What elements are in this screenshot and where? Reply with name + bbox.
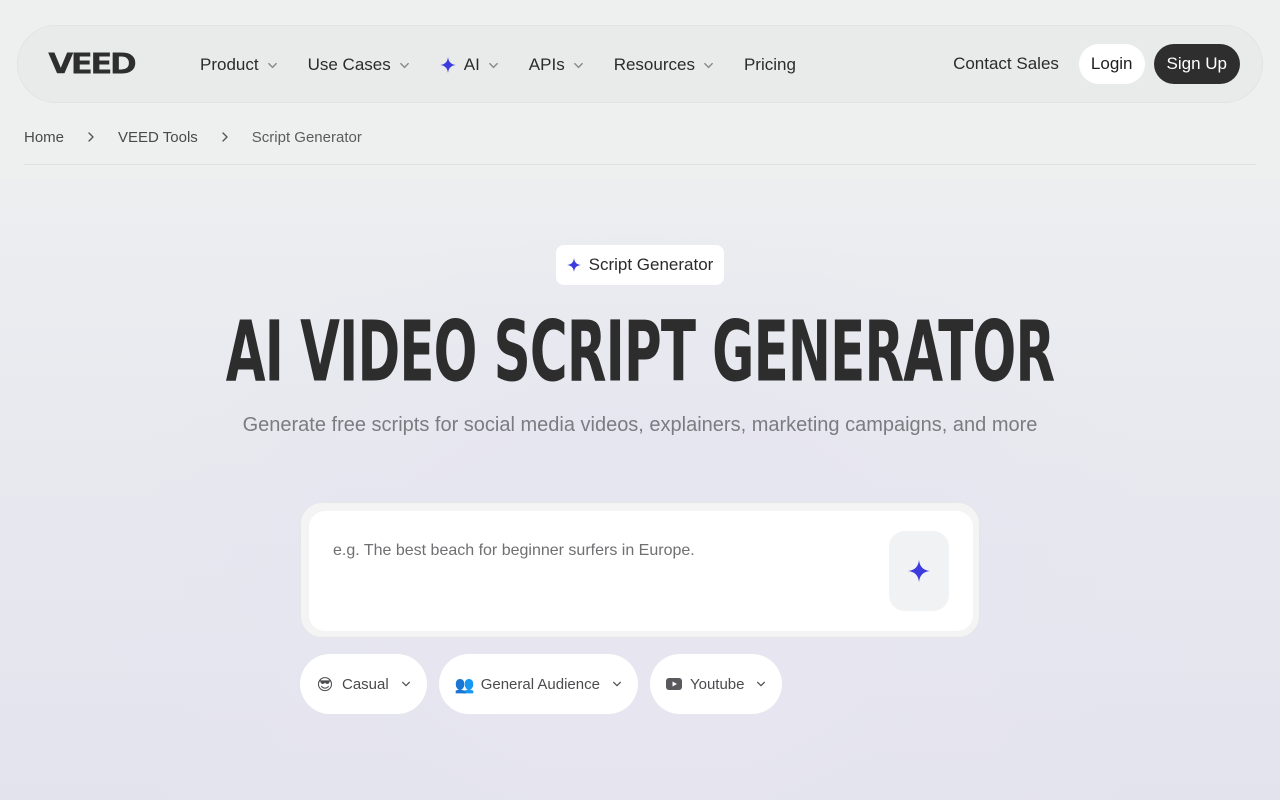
script-topic-input[interactable] <box>333 539 873 563</box>
chevron-down-icon <box>399 62 409 68</box>
sparkle-icon <box>439 57 456 73</box>
nav-item-label: Product <box>200 55 259 74</box>
sunglasses-emoji-icon: 😎 <box>316 674 334 694</box>
chevron-right-icon <box>88 132 94 142</box>
nav-item-label: Pricing <box>743 55 796 74</box>
contact-sales-link[interactable]: Contact Sales <box>953 54 1059 74</box>
top-navbar: VEED Product Use Cases AI APIs Resources… <box>17 25 1263 103</box>
nav-item-product[interactable]: Product <box>200 55 278 75</box>
nav-menu: Product Use Cases AI APIs Resources Pric… <box>200 26 826 104</box>
chevron-down-icon <box>267 62 277 68</box>
tone-label: Casual <box>342 675 389 693</box>
badge-label: Script Generator <box>588 255 714 274</box>
nav-item-label: APIs <box>528 55 565 74</box>
audience-label: General Audience <box>480 675 600 693</box>
nav-item-apis[interactable]: APIs <box>529 55 584 75</box>
audience-dropdown[interactable]: 👥 General Audience <box>438 654 638 714</box>
chevron-right-icon <box>222 132 228 142</box>
prompt-box <box>309 511 973 631</box>
nav-item-use-cases[interactable]: Use Cases <box>308 55 410 75</box>
generate-script-button[interactable] <box>889 531 949 611</box>
sparkle-icon <box>566 258 581 272</box>
login-button[interactable]: Login <box>1078 44 1145 84</box>
breadcrumb: Home VEED Tools Script Generator <box>24 128 362 146</box>
breadcrumb-divider <box>24 164 1256 165</box>
nav-item-label: AI <box>463 55 480 74</box>
breadcrumb-veed-tools[interactable]: VEED Tools <box>118 129 198 146</box>
script-generator-badge: Script Generator <box>556 245 724 285</box>
veed-logo[interactable]: VEED <box>48 50 166 78</box>
page-title: AI VIDEO SCRIPT GENERATOR <box>225 302 1055 401</box>
sparkle-icon <box>908 560 930 582</box>
chevron-down-icon <box>401 681 410 687</box>
platform-dropdown[interactable]: Youtube <box>649 654 783 714</box>
chevron-down-icon <box>488 62 498 68</box>
page-subtitle: Generate free scripts for social media v… <box>242 414 1038 436</box>
nav-item-pricing[interactable]: Pricing <box>744 55 796 75</box>
nav-item-label: Use Cases <box>307 55 391 74</box>
nav-item-resources[interactable]: Resources <box>614 55 714 75</box>
script-options: 😎 Casual 👥 General Audience Youtube <box>300 654 794 714</box>
sign-up-button[interactable]: Sign Up <box>1153 44 1240 84</box>
chevron-down-icon <box>612 681 621 687</box>
youtube-icon <box>665 678 682 690</box>
nav-item-ai[interactable]: AI <box>439 55 499 75</box>
chevron-down-icon <box>757 681 766 687</box>
platform-label: Youtube <box>689 675 745 693</box>
chevron-down-icon <box>704 62 713 68</box>
chevron-down-icon <box>573 62 583 68</box>
prompt-container <box>300 502 980 638</box>
nav-actions: Contact Sales Login Sign Up <box>953 44 1240 84</box>
breadcrumb-home[interactable]: Home <box>24 129 64 146</box>
nav-item-label: Resources <box>613 55 695 74</box>
tone-dropdown[interactable]: 😎 Casual <box>300 654 427 714</box>
people-emoji-icon: 👥 <box>454 674 475 694</box>
breadcrumb-current: Script Generator <box>251 128 362 146</box>
